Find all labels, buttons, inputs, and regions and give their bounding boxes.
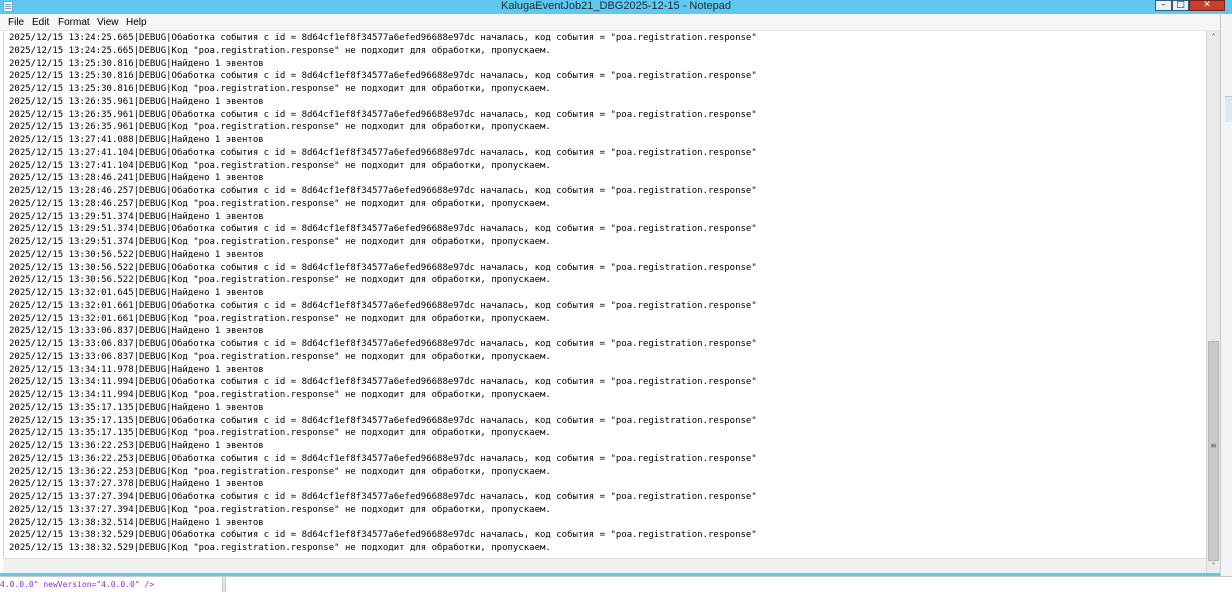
log-line: 2025/12/15 13:34:11.994|DEBUG|Код "poa.r… [9, 390, 551, 400]
scrollbar-thumb[interactable]: ≡ [1208, 341, 1219, 561]
log-line: 2025/12/15 13:24:25.665|DEBUG|Код "poa.r… [9, 45, 551, 56]
log-line: 2025/12/15 13:26:35.961|DEBUG|Найдено 1 … [9, 96, 264, 107]
log-line: 2025/12/15 13:37:27.394|DEBUG|Обаботка с… [9, 492, 757, 502]
log-line: 2025/12/15 13:29:51.374|DEBUG|Найдено 1 … [9, 211, 264, 222]
log-line: 2025/12/15 13:33:06.837|DEBUG|Обаботка с… [9, 339, 757, 349]
scroll-up-arrow-icon[interactable]: ˄ [1207, 31, 1220, 44]
menu-edit[interactable]: Edit [32, 14, 49, 31]
log-line: 2025/12/15 13:27:41.088|DEBUG|Найдено 1 … [9, 135, 264, 145]
log-line: 2025/12/15 13:29:51.374|DEBUG|Код "poa.r… [9, 237, 551, 247]
log-line: 2025/12/15 13:37:27.378|DEBUG|Найдено 1 … [9, 479, 264, 490]
log-line: 2025/12/15 13:35:17.135|DEBUG|Найдено 1 … [9, 402, 264, 413]
log-line: 2025/12/15 13:36:22.253|DEBUG|Найдено 1 … [9, 441, 264, 451]
menu-file[interactable]: File [8, 14, 24, 31]
log-line: 2025/12/15 13:25:30.816|DEBUG|Найдено 1 … [9, 58, 264, 69]
log-line: 2025/12/15 13:25:30.816|DEBUG|Код "poa.r… [9, 84, 551, 94]
log-line: 2025/12/15 13:33:06.837|DEBUG|Найдено 1 … [9, 326, 264, 337]
log-line: 2025/12/15 13:25:30.816|DEBUG|Обаботка с… [9, 71, 757, 82]
menu-bar: File Edit Format View Help [0, 14, 1232, 31]
log-line: 2025/12/15 13:28:46.257|DEBUG|Код "poa.r… [9, 198, 551, 209]
window-title: KalugaEventJob21_DBG2025-12-15 - Notepad [501, 0, 731, 12]
log-line: 2025/12/15 13:26:35.961|DEBUG|Обаботка с… [9, 109, 757, 120]
log-line: 2025/12/15 13:34:11.978|DEBUG|Найдено 1 … [9, 364, 264, 375]
background-pane-divider[interactable] [222, 577, 226, 592]
minimize-button[interactable]: – [1155, 0, 1172, 11]
menu-help[interactable]: Help [126, 14, 147, 31]
log-line: 2025/12/15 13:32:01.645|DEBUG|Найдено 1 … [9, 288, 264, 298]
log-line: 2025/12/15 13:32:01.661|DEBUG|Код "poa.r… [9, 313, 551, 324]
vertical-scrollbar[interactable]: ˄ ≡ ˅ [1206, 31, 1220, 573]
title-bar[interactable]: KalugaEventJob21_DBG2025-12-15 - Notepad… [0, 0, 1232, 14]
log-line: 2025/12/15 13:30:56.522|DEBUG|Код "poa.r… [9, 275, 551, 286]
log-line: 2025/12/15 13:28:46.241|DEBUG|Найдено 1 … [9, 173, 264, 184]
log-line: 2025/12/15 13:38:32.529|DEBUG|Код "poa.r… [9, 543, 551, 553]
log-line: 2025/12/15 13:24:25.665|DEBUG|Обаботка с… [9, 33, 757, 43]
log-line: 2025/12/15 13:35:17.135|DEBUG|Код "poa.r… [9, 428, 551, 439]
log-line: 2025/12/15 13:29:51.374|DEBUG|Обаботка с… [9, 224, 757, 235]
log-line: 2025/12/15 13:36:22.253|DEBUG|Код "poa.r… [9, 466, 551, 477]
scrollbar-grip-icon: ≡ [1210, 441, 1217, 450]
log-line: 2025/12/15 13:27:41.104|DEBUG|Обаботка с… [9, 147, 757, 158]
log-line: 2025/12/15 13:35:17.135|DEBUG|Обаботка с… [9, 415, 757, 426]
log-line: 2025/12/15 13:27:41.104|DEBUG|Код "poa.r… [9, 160, 551, 171]
scroll-down-arrow-icon[interactable]: ˅ [1207, 560, 1220, 573]
menu-format[interactable]: Format [58, 14, 90, 31]
background-code-line: 4.0.0.0" newVersion="4.0.0.0" /> [0, 580, 155, 589]
log-line: 2025/12/15 13:37:27.394|DEBUG|Код "poa.r… [9, 504, 551, 515]
log-line: 2025/12/15 13:38:32.529|DEBUG|Обаботка с… [9, 530, 757, 541]
background-window-edge [1225, 96, 1232, 122]
log-line: 2025/12/15 13:30:56.522|DEBUG|Найдено 1 … [9, 249, 264, 260]
horizontal-scrollbar[interactable] [3, 558, 1206, 573]
menu-view[interactable]: View [97, 14, 119, 31]
log-line: 2025/12/15 13:26:35.961|DEBUG|Код "poa.r… [9, 122, 551, 133]
log-line: 2025/12/15 13:33:06.837|DEBUG|Код "poa.r… [9, 351, 551, 362]
editor-content[interactable]: 2025/12/15 13:24:25.665|DEBUG|Обаботка с… [9, 32, 757, 555]
maximize-button[interactable]: □ [1172, 0, 1189, 11]
log-line: 2025/12/15 13:36:22.253|DEBUG|Обаботка с… [9, 453, 757, 464]
log-line: 2025/12/15 13:38:32.514|DEBUG|Найдено 1 … [9, 517, 264, 528]
background-window[interactable]: 4.0.0.0" newVersion="4.0.0.0" /> [0, 576, 1232, 592]
log-line: 2025/12/15 13:32:01.661|DEBUG|Обаботка с… [9, 300, 757, 311]
log-line: 2025/12/15 13:34:11.994|DEBUG|Обаботка с… [9, 377, 757, 388]
log-line: 2025/12/15 13:28:46.257|DEBUG|Обаботка с… [9, 186, 757, 196]
close-button[interactable]: ✕ [1189, 0, 1225, 11]
log-line: 2025/12/15 13:30:56.522|DEBUG|Обаботка с… [9, 262, 757, 273]
text-editor[interactable]: 2025/12/15 13:24:25.665|DEBUG|Обаботка с… [3, 31, 1206, 558]
